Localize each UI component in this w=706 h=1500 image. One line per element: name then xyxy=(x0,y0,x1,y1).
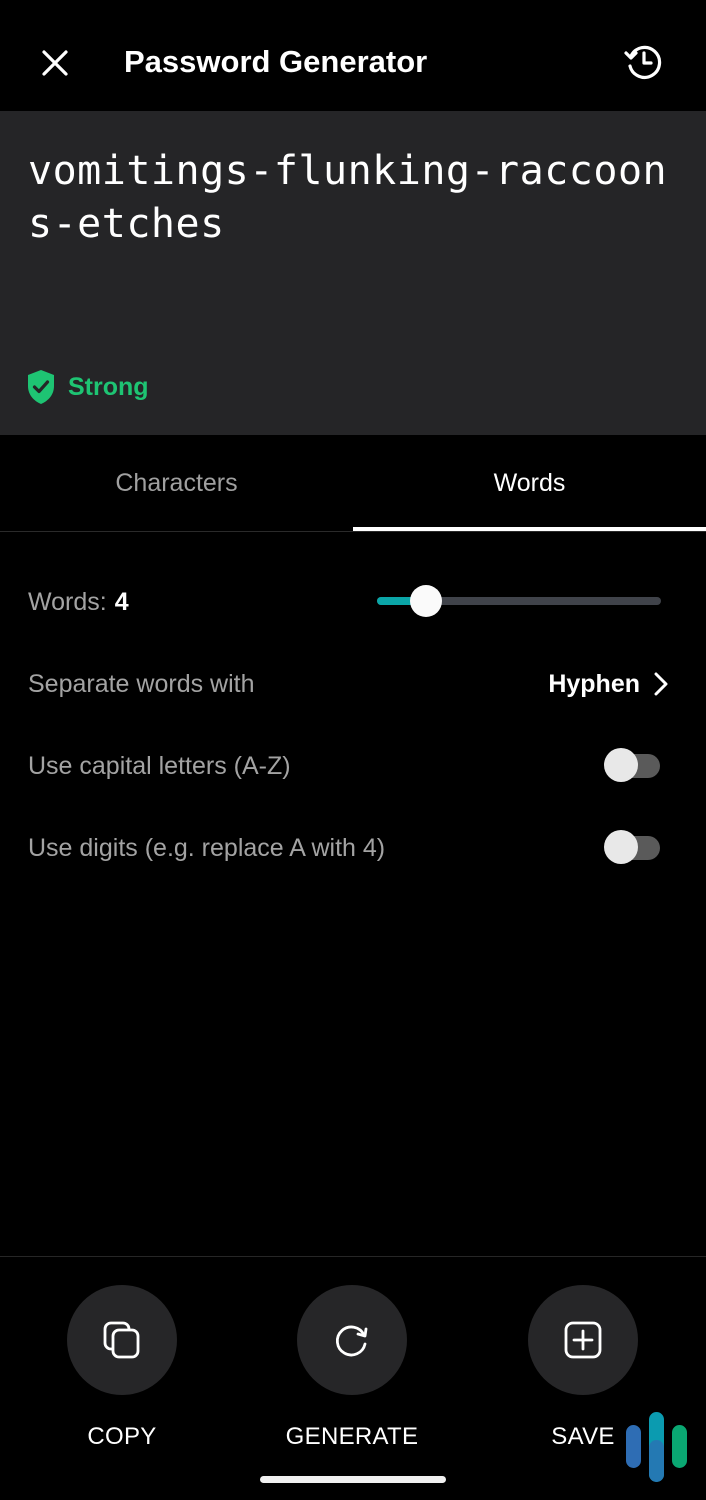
separator-selector[interactable]: Hyphen xyxy=(548,659,668,709)
save-label: SAVE xyxy=(551,1423,615,1450)
generate-button[interactable]: GENERATE xyxy=(286,1285,418,1451)
words-count-slider[interactable] xyxy=(377,585,661,617)
capitals-label: Use capital letters (A-Z) xyxy=(28,751,291,780)
mode-tabs: Characters Words xyxy=(0,435,706,532)
words-count-label: Words: xyxy=(28,587,107,616)
copy-button-circle[interactable] xyxy=(67,1285,177,1395)
tab-characters[interactable]: Characters xyxy=(0,435,353,531)
capitals-toggle[interactable] xyxy=(604,748,660,784)
save-button[interactable]: SAVE xyxy=(528,1285,638,1451)
digits-toggle[interactable] xyxy=(604,830,660,866)
save-button-circle[interactable] xyxy=(528,1285,638,1395)
close-icon xyxy=(42,50,68,76)
chevron-right-icon xyxy=(654,672,668,696)
copy-label: COPY xyxy=(87,1423,157,1450)
password-panel: vomitings-flunking-raccoons-etches Stron… xyxy=(0,111,706,435)
page-title: Password Generator xyxy=(124,44,428,79)
refresh-icon xyxy=(336,1325,368,1357)
slider-thumb[interactable] xyxy=(410,585,442,617)
digits-label: Use digits (e.g. replace A with 4) xyxy=(28,833,386,862)
history-button[interactable] xyxy=(622,40,666,84)
history-icon xyxy=(624,45,662,79)
generate-label: GENERATE xyxy=(285,1423,419,1450)
copy-button[interactable]: COPY xyxy=(67,1285,177,1451)
watermark-logo-icon xyxy=(626,1412,687,1482)
strength-label: Strong xyxy=(68,372,149,401)
capitals-row: Use capital letters (A-Z) xyxy=(28,741,678,791)
copy-icon xyxy=(103,1321,140,1359)
bottom-divider xyxy=(0,1256,706,1257)
strength-indicator: Strong xyxy=(26,369,149,405)
separator-label: Separate words with xyxy=(28,669,255,698)
home-indicator[interactable] xyxy=(260,1476,446,1483)
words-count-value: 4 xyxy=(114,587,129,616)
active-tab-indicator xyxy=(353,527,706,531)
tab-words[interactable]: Words xyxy=(353,435,706,531)
toggle-thumb xyxy=(604,830,638,864)
generated-password[interactable]: vomitings-flunking-raccoons-etches xyxy=(28,145,688,251)
generate-button-circle[interactable] xyxy=(297,1285,407,1395)
toggle-thumb xyxy=(604,748,638,782)
top-app-bar: Password Generator xyxy=(0,0,706,111)
digits-row: Use digits (e.g. replace A with 4) xyxy=(28,823,678,873)
separator-value: Hyphen xyxy=(548,669,640,698)
close-button[interactable] xyxy=(36,44,74,82)
add-square-icon xyxy=(564,1321,602,1359)
shield-check-icon xyxy=(28,370,54,404)
